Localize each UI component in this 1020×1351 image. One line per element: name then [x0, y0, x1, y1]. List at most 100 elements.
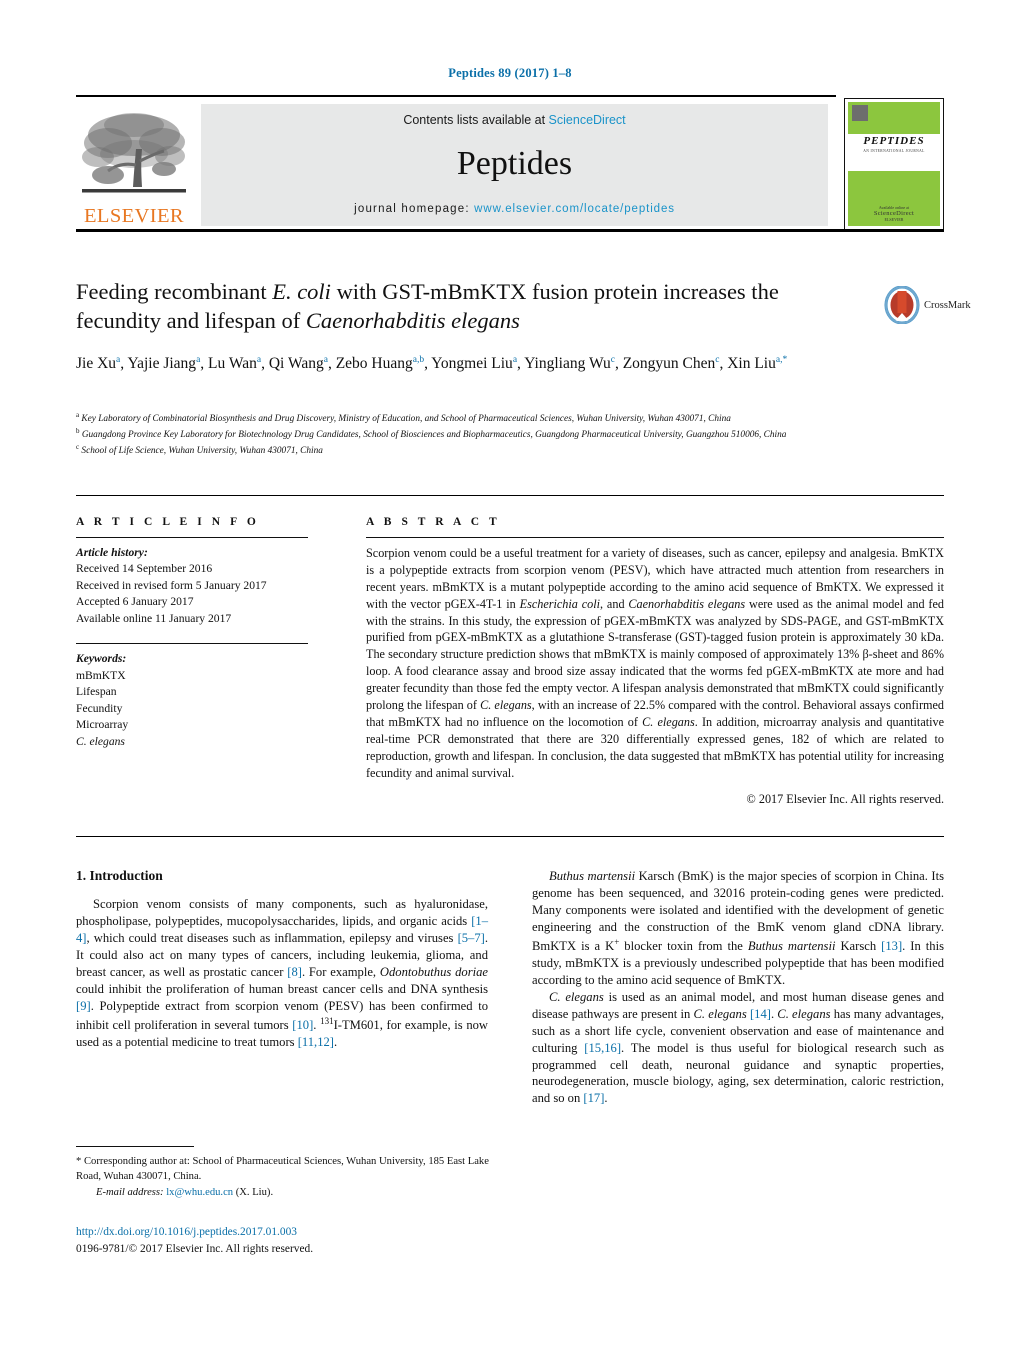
affiliation-item: b Guangdong Province Key Laboratory for …	[76, 427, 787, 441]
title-italic-celegans: Caenorhabditis elegans	[305, 307, 520, 333]
sciencedirect-link[interactable]: ScienceDirect	[549, 113, 626, 127]
keyword-item: mBmKTX	[76, 668, 126, 682]
journal-masthead: ELSEVIER Contents lists available at Sci…	[76, 95, 944, 232]
page-title: Feeding recombinant E. coli with GST-mBm…	[76, 278, 866, 336]
footnote-block: * Corresponding author at: School of Pha…	[76, 1154, 506, 1200]
doi-link[interactable]: http://dx.doi.org/10.1016/j.peptides.201…	[76, 1224, 536, 1241]
journal-title: Peptides	[456, 145, 573, 182]
affiliation-marker: b	[76, 427, 80, 436]
superscript-run: 131	[320, 1015, 334, 1026]
keywords-block: Keywords: mBmKTX Lifespan Fecundity Microar…	[76, 651, 326, 750]
body-run: .	[334, 1034, 338, 1049]
corresponding-author-note: * Corresponding author at: School of Pha…	[76, 1154, 506, 1185]
citation-link[interactable]: [17]	[583, 1091, 604, 1105]
cover-stamp-icon	[852, 105, 868, 121]
citation-link[interactable]: [9]	[76, 999, 91, 1013]
citation-link[interactable]: [5–7]	[458, 931, 485, 945]
citation-link[interactable]: [8]	[287, 965, 302, 979]
homepage-url-link[interactable]: www.elsevier.com/locate/peptides	[474, 203, 675, 215]
body-italic-term: C. elegans	[777, 1006, 831, 1021]
corresponding-text: Corresponding author at: School of Pharm…	[76, 1156, 489, 1183]
abstract-copyright: © 2017 Elsevier Inc. All rights reserved…	[746, 792, 944, 807]
body-column-left: 1. Introduction Scorpion venom consists …	[76, 868, 488, 1051]
citation-link[interactable]: [11,12]	[298, 1035, 334, 1049]
crossmark-badge[interactable]: CrossMark	[884, 283, 971, 327]
email-owner: (X. Liu).	[235, 1186, 274, 1198]
doi-block: http://dx.doi.org/10.1016/j.peptides.201…	[76, 1224, 536, 1257]
email-note: E-mail address: lx@whu.edu.cn (X. Liu).	[76, 1185, 506, 1200]
title-part-1: Feeding recombinant	[76, 279, 273, 304]
article-info-heading: A R T I C L E I N F O	[76, 516, 260, 528]
rule-above-article-info	[76, 495, 944, 497]
author-affiliation-marker: a	[256, 354, 262, 365]
citation-link[interactable]: [10]	[292, 1018, 313, 1032]
abstract-italic-term: Escherichia coli	[519, 596, 601, 611]
issn-copyright-line: 0196-9781/© 2017 Elsevier Inc. All right…	[76, 1242, 314, 1255]
crossmark-icon	[884, 286, 920, 324]
author-affiliation-marker: a	[512, 354, 518, 365]
keyword-item: Fecundity	[76, 701, 123, 715]
cover-elsevier: ELSEVIER	[884, 217, 904, 222]
abstract-run: were used as the animal model and fed wi…	[366, 596, 944, 713]
crossmark-label: CrossMark	[924, 299, 971, 311]
citation-link[interactable]: [15,16]	[584, 1041, 621, 1055]
abstract-text: Scorpion venom could be a useful treatme…	[366, 545, 944, 781]
keyword-item: Microarray	[76, 718, 129, 732]
contents-prefix: Contents lists available at	[403, 113, 549, 127]
journal-band: Contents lists available at ScienceDirec…	[201, 104, 828, 226]
body-run: . For example,	[301, 964, 380, 979]
elsevier-wordmark: ELSEVIER	[84, 204, 184, 227]
masthead-top-rule	[76, 95, 836, 97]
author-name: Jie Xu	[76, 354, 117, 372]
cover-journal-subtitle: AN INTERNATIONAL JOURNAL	[863, 149, 925, 154]
abstract-rule	[366, 537, 944, 538]
citation-link[interactable]: [14]	[750, 1007, 771, 1021]
article-history-item: Received in revised form 5 January 2017	[76, 578, 267, 592]
body-italic-term: C. elegans	[549, 989, 604, 1004]
cover-sciencedirect: ScienceDirect	[873, 210, 915, 217]
author-affiliation-marker: c	[610, 354, 615, 365]
author-name: Yongmei Liu	[431, 354, 513, 372]
footnote-rule	[76, 1146, 194, 1148]
author-name: Qi Wang	[268, 354, 324, 372]
citation-link[interactable]: [13]	[881, 939, 902, 953]
body-italic-term: Buthus martensii	[549, 869, 636, 883]
body-run: could inhibit the proliferation of human…	[76, 981, 488, 996]
author-name: Zongyun Chen	[622, 354, 716, 372]
affiliation-item: a Key Laboratory of Combinatorial Biosyn…	[76, 411, 731, 425]
article-history-item: Received 14 September 2016	[76, 562, 213, 576]
body-run: blocker toxin from the	[619, 938, 748, 953]
abstract-run: , and	[600, 596, 629, 611]
author-name: Lu Wan	[208, 354, 257, 372]
journal-cover-inner: PEPTIDES AN INTERNATIONAL JOURNAL Availa…	[848, 102, 940, 226]
body-italic-term: C. elegans	[693, 1006, 747, 1021]
running-head: Peptides 89 (2017) 1–8	[448, 66, 572, 80]
abstract-italic-term: C. elegans	[480, 698, 532, 713]
author-affiliation-marker: a	[116, 354, 121, 365]
article-history-label: Article history:	[76, 546, 148, 559]
article-history-item: Available online 11 January 2017	[76, 611, 232, 625]
email-link[interactable]: lx@whu.edu.cn	[166, 1187, 233, 1198]
author-affiliation-marker: a	[323, 354, 328, 365]
author-affiliation-marker: a,b	[412, 354, 425, 365]
elsevier-logo: ELSEVIER	[76, 104, 192, 226]
abstract-heading: A B S T R A C T	[366, 516, 501, 528]
keywords-rule	[76, 643, 308, 645]
author-name: Zebo Huang	[335, 354, 413, 372]
title-italic-ecoli: E. coli	[272, 279, 331, 304]
body-run: .	[604, 1091, 608, 1106]
homepage-prefix: journal homepage:	[354, 203, 475, 215]
keyword-item: C. elegans	[76, 734, 125, 748]
intro-paragraph-2: Buthus martensii Karsch (BmK) is the maj…	[532, 868, 944, 989]
masthead-bottom-rule	[76, 229, 944, 232]
author-affiliation-marker: c	[715, 354, 720, 365]
title-block: Feeding recombinant E. coli with GST-mBm…	[76, 278, 866, 376]
body-column-right: Buthus martensii Karsch (BmK) is the maj…	[532, 868, 944, 1107]
contents-available-line: Contents lists available at ScienceDirec…	[403, 113, 625, 127]
affiliation-item: c School of Life Science, Wuhan Universi…	[76, 443, 323, 457]
intro-paragraph-1: Scorpion venom consists of many componen…	[76, 896, 488, 1051]
elsevier-tree-icon	[82, 112, 186, 192]
paper-page: Peptides 89 (2017) 1–8 ELSEVIER Contents…	[0, 0, 1020, 1351]
keywords-label: Keywords:	[76, 652, 127, 666]
body-italic-term: Buthus martensii	[747, 938, 836, 953]
